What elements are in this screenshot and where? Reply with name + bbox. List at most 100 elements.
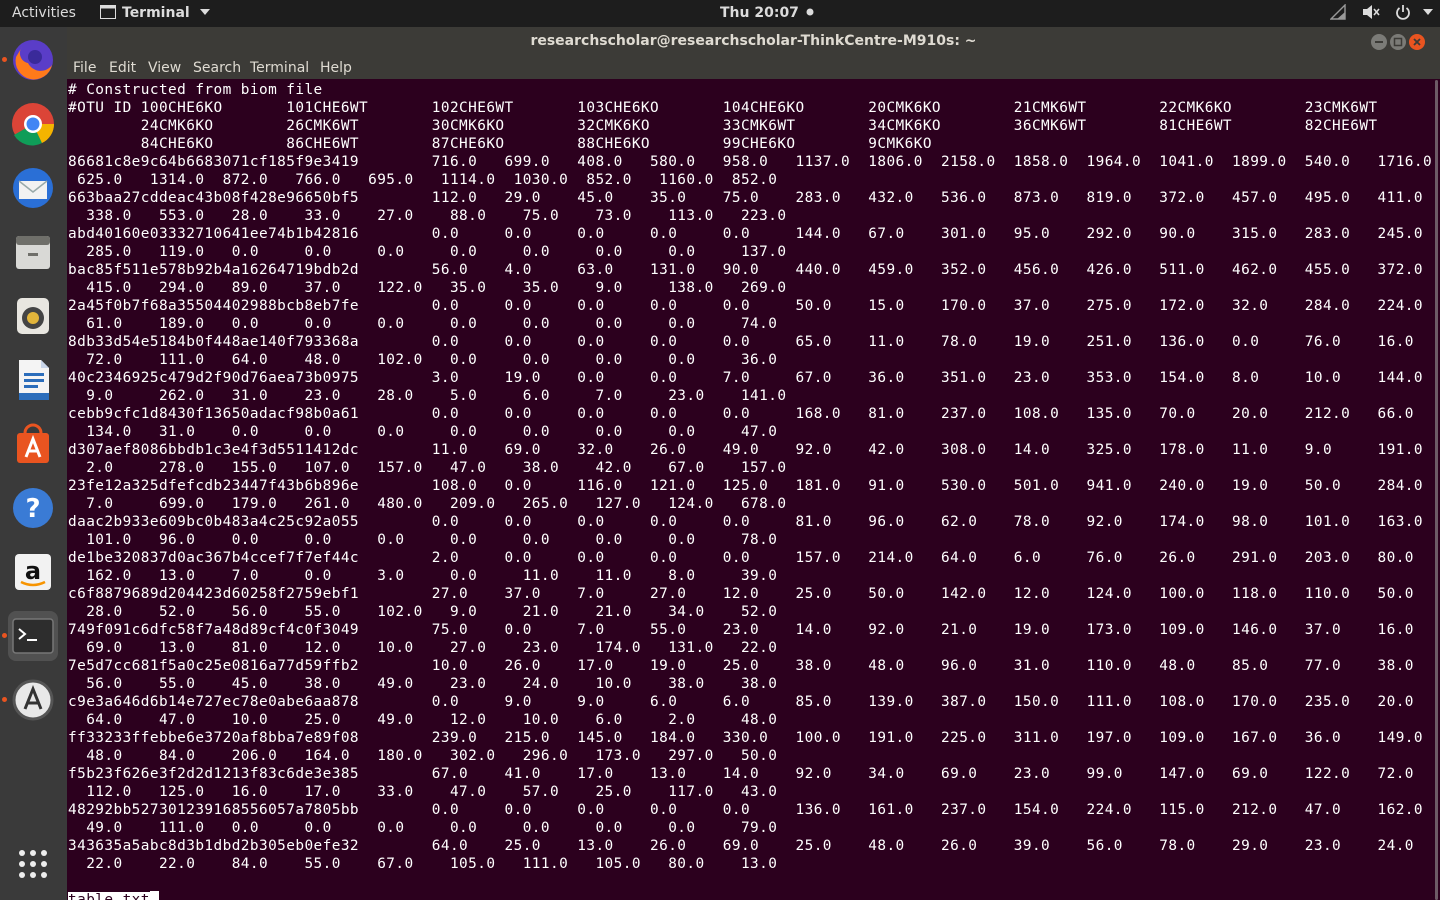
terminal-line: c9e3a646d6b14e727ec78e0abe6aa878 0.0 9.0… [68,694,1414,710]
terminal-text: # Constructed from biom file #OTU ID 100… [67,79,1433,900]
terminal-line: 749f091c6dfc58f7a48d89cf4c0f3049 75.0 0.… [68,622,1414,638]
menu-edit[interactable]: Edit [109,57,136,79]
terminal-line: de1be320837d0ac367b4ccef7f7ef44c 2.0 0.0… [68,550,1414,566]
software-updater-icon [12,679,54,721]
terminal-line: bac85f511e578b92b4a16264719bdb2d 56.0 4.… [68,262,1423,278]
dock-item-software-center[interactable] [8,419,58,469]
dock-item-thunderbird[interactable] [8,163,58,213]
svg-text:a: a [25,557,41,585]
terminal-line: 343635a5abc8d3b1dbd2b305eb0efe32 64.0 25… [68,838,1414,854]
terminal-line: 7.0 699.0 179.0 261.0 480.0 209.0 265.0 … [68,496,787,512]
terminal-line: 2a45f0b7f68a35504402988bcb8eb7fe 0.0 0.0… [68,298,1423,314]
minimize-icon [1375,41,1383,43]
terminal-line: 72.0 111.0 64.0 48.0 102.0 0.0 0.0 0.0 0… [68,352,778,368]
running-indicator [2,57,7,62]
network-icon [1329,3,1346,20]
help-icon: ? [13,488,53,528]
chevron-down-icon [1423,9,1434,15]
terminal-line: ff33233ffebbe6e3720af8bba7e89f08 239.0 2… [68,730,1423,746]
dock-item-files[interactable] [8,227,58,277]
terminal-line: cebb9cfc1d8430f13650adacf98b0a61 0.0 0.0… [68,406,1414,422]
terminal-line: 101.0 96.0 0.0 0.0 0.0 0.0 0.0 0.0 0.0 7… [68,532,778,548]
terminal-icon [12,618,54,654]
terminal-line: 663baa27cddeac43b08f428e96650bf5 112.0 2… [68,190,1423,206]
terminal-line: 28.0 52.0 56.0 55.0 102.0 9.0 21.0 21.0 … [68,604,778,620]
clock-text: Thu 20:07 [720,5,799,21]
menu-terminal[interactable]: Terminal [250,57,309,79]
window-title: researchscholar@researchscholar-ThinkCen… [530,33,977,49]
files-icon [16,236,50,269]
terminal-line: 49.0 111.0 0.0 0.0 0.0 0.0 0.0 0.0 0.0 7… [68,820,778,836]
text-cursor [149,891,159,900]
dock-item-software-updater[interactable] [2,675,58,725]
dock-item-amazon[interactable]: a [8,547,58,597]
terminal-line: f5b23f626e3f2d2d1213f83c6de3e385 67.0 41… [68,766,1414,782]
dock-item-rhythmbox[interactable] [8,291,58,341]
window-titlebar[interactable]: researchscholar@researchscholar-ThinkCen… [67,27,1440,57]
terminal-line: c6f8879689d204423d60258f2759ebf1 27.0 37… [68,586,1414,602]
rhythmbox-icon [17,298,49,334]
dock-item-firefox[interactable] [2,35,58,85]
scrollbar-thumb[interactable] [1435,80,1438,900]
volume-muted-icon [1363,5,1381,19]
pager-prompt[interactable]: table.txt [68,892,150,900]
terminal-line: 84CHE6KO 86CHE6WT 87CHE6KO 88CHE6KO 99CH… [68,136,932,152]
app-menu-label: Terminal [122,5,190,21]
dock-item-chrome[interactable] [8,99,58,149]
dock-item-show-applications[interactable] [8,839,58,889]
firefox-icon [13,40,53,80]
terminal-line: 9.0 262.0 31.0 23.0 28.0 5.0 6.0 7.0 23.… [68,388,787,404]
terminal-line: 112.0 125.0 16.0 17.0 33.0 47.0 57.0 25.… [68,784,778,800]
terminal-line: 61.0 189.0 0.0 0.0 0.0 0.0 0.0 0.0 0.0 7… [68,316,778,332]
terminal-line: 285.0 119.0 0.0 0.0 0.0 0.0 0.0 0.0 0.0 … [68,244,787,260]
terminal-line: 22.0 22.0 84.0 55.0 67.0 105.0 111.0 105… [68,856,778,872]
terminal-line: 40c2346925c479d2f90d76aea73b0975 3.0 19.… [68,370,1423,386]
menu-bar: File Edit View Search Terminal Help [67,57,1440,79]
menu-help[interactable]: Help [320,57,352,79]
terminal-line: 7e5d7cc681f5a0c25e0816a77d59ffb2 10.0 26… [68,658,1414,674]
dock-item-help[interactable]: ? [8,483,58,533]
terminal-line: 625.0 1314.0 872.0 766.0 695.0 1114.0 10… [68,172,778,188]
amazon-icon: a [15,554,51,590]
close-button[interactable] [1409,34,1425,50]
chrome-icon [12,103,55,146]
thunderbird-icon [13,168,53,208]
minimize-button[interactable] [1371,34,1387,50]
terminal-line: 162.0 13.0 7.0 0.0 3.0 0.0 11.0 11.0 8.0… [68,568,778,584]
app-menu-button[interactable]: Terminal [100,0,211,27]
terminal-output[interactable]: # Constructed from biom file #OTU ID 100… [67,79,1433,900]
software-center-icon [17,423,49,463]
terminal-scrollbar[interactable] [1433,79,1440,900]
maximize-button[interactable] [1390,34,1406,50]
pager-prompt-text: table.txt [68,892,150,900]
notification-dot-icon [806,8,814,16]
terminal-line: 2.0 278.0 155.0 107.0 157.0 47.0 38.0 42… [68,460,787,476]
dock-item-writer[interactable] [8,355,58,405]
terminal-line: 69.0 13.0 81.0 12.0 10.0 27.0 23.0 174.0… [68,640,778,656]
show-applications-icon [19,850,47,878]
terminal-line: 338.0 553.0 28.0 33.0 27.0 88.0 75.0 73.… [68,208,787,224]
terminal-line: 134.0 31.0 0.0 0.0 0.0 0.0 0.0 0.0 0.0 4… [68,424,778,440]
activities-button[interactable]: Activities [12,0,76,27]
terminal-line: 24CMK6KO 26CMK6WT 30CMK6KO 32CMK6KO 33CM… [68,118,1378,134]
terminal-app-icon [100,5,116,19]
menu-search[interactable]: Search [193,57,241,79]
terminal-line: daac2b933e609bc0b483a4c25c92a055 0.0 0.0… [68,514,1423,530]
terminal-line: #OTU ID 100CHE6KO 101CHE6WT 102CHE6WT 10… [68,100,1378,116]
clock-button[interactable]: Thu 20:07 [720,0,814,27]
close-icon [1413,38,1421,46]
writer-icon [19,360,49,400]
dock-item-terminal[interactable] [2,611,58,661]
terminal-line: d307aef8086bbdb1c3e4f3d5511412dc 11.0 69… [68,442,1423,458]
terminal-line: 23fe12a325dfefcdb23447f43b6b896e 108.0 0… [68,478,1423,494]
menu-view[interactable]: View [148,57,181,79]
chevron-down-icon [200,9,211,15]
menu-file[interactable]: File [73,57,96,79]
maximize-icon [1393,37,1403,47]
system-menu-button[interactable] [1329,0,1434,27]
terminal-line: 48.0 84.0 206.0 164.0 180.0 302.0 296.0 … [68,748,778,764]
running-indicator [2,633,7,638]
dock: ? a [0,27,67,900]
terminal-line: # Constructed from biom file [68,82,323,98]
terminal-line: abd40160e03332710641ee74b1b42816 0.0 0.0… [68,226,1423,242]
